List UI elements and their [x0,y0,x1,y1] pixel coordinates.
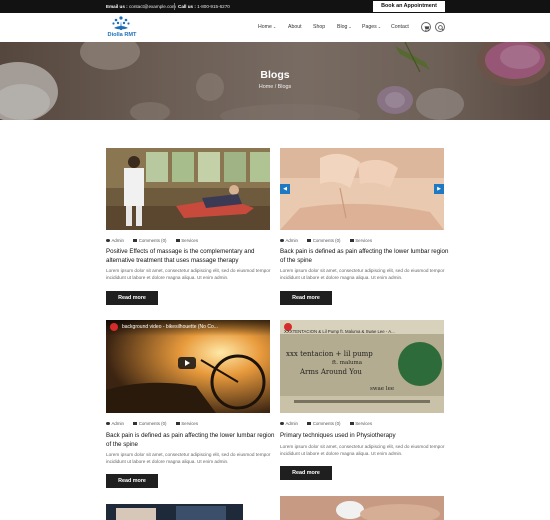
user-icon [280,238,284,243]
top-bar: Email us : contact@example.com Call us :… [0,0,550,13]
video-overlay-text: ft. maluma [332,360,363,366]
folder-icon [175,421,180,426]
page-title: Blogs [260,69,290,81]
post-title[interactable]: Back pain is defined as pain affecting t… [106,432,276,449]
read-more-button[interactable]: Read more [106,474,158,488]
post-meta: Admin Comments (0) Services [280,238,380,243]
back-massage-photo [280,148,444,230]
hero-overlay [0,42,550,120]
lotus-logo-icon [112,16,130,30]
chevron-down-icon: ⌄ [377,24,382,29]
site-header: Diolla RMT Home⌄ About Shop Blog⌄ Pages⌄… [0,13,550,42]
post-meta: Admin Comments (0) Services [106,421,206,426]
youtube-channel-icon[interactable] [110,323,118,331]
blog-card: background video - bikesilhouette (No Co… [106,320,274,492]
video-overlay-text: Arms Around You [300,368,362,376]
post-category[interactable]: Services [349,238,376,243]
phone-contact[interactable]: Call us : 1-800-915-6270 [178,2,230,11]
post-title[interactable]: Primary techniques used in Physiotherapy [280,432,450,441]
blog-card: XXXTENTACION & Lil Pump ft. Maluma & Swa… [280,320,444,492]
post-author[interactable]: Admin [280,421,302,426]
nav-shop[interactable]: Shop [313,24,325,30]
search-button[interactable] [435,22,445,32]
post-category[interactable]: Services [175,421,202,426]
logo-text: Diolla RMT [107,32,137,38]
user-icon [106,238,110,243]
folder-icon [175,238,180,243]
page-hero-banner: Blogs Home / Blogs [0,42,550,120]
blog-card: ◀ ▶ Admin Comments (0) Services Back pai… [280,148,448,318]
cart-icon [424,25,429,31]
post-comments[interactable]: Comments (0) [133,238,170,243]
video-title[interactable]: background video - bikesilhouette (No Co… [122,324,218,330]
topbar-divider [174,3,175,10]
user-icon [280,421,284,426]
post-video[interactable]: XXXTENTACION & Lil Pump ft. Maluma & Swa… [280,320,444,413]
site-logo[interactable]: Diolla RMT [104,15,138,40]
post-thumbnail[interactable] [280,148,444,230]
post-meta: Admin Comments (0) Services [280,421,380,426]
post-comments[interactable]: Comments (0) [133,421,170,426]
chevron-down-icon: ⌄ [272,24,277,29]
nav-blog[interactable]: Blog⌄ [337,24,352,30]
video-overlay-text: xxx tentacion + lil pump [286,350,373,358]
breadcrumb: Home / Blogs [258,84,292,90]
play-icon[interactable] [178,357,196,369]
post-category[interactable]: Services [349,421,376,426]
nav-contact[interactable]: Contact [391,24,409,30]
post-thumbnail[interactable] [280,496,444,520]
nav-about[interactable]: About [288,24,302,30]
folder-icon [349,421,354,426]
slider-next-button[interactable]: ▶ [434,184,444,194]
comment-icon [307,421,312,426]
read-more-button[interactable]: Read more [280,466,332,480]
next-post-photo [280,496,444,520]
blog-card: Admin Comments (0) Services Positive Eff… [106,148,270,318]
nav-home[interactable]: Home⌄ [258,24,276,30]
email-contact[interactable]: Email us : contact@example.com [106,2,176,11]
post-excerpt: Lorem ipsum dolor sit amet, consectetur … [280,444,445,456]
slider-prev-button[interactable]: ◀ [280,184,290,194]
read-more-button[interactable]: Read more [280,291,332,305]
post-excerpt: Lorem ipsum dolor sit amet, consectetur … [106,452,271,464]
post-title[interactable]: Back pain is defined as pain affecting t… [280,248,450,265]
post-video[interactable]: background video - bikesilhouette (No Co… [106,320,270,413]
post-comments[interactable]: Comments (0) [307,238,344,243]
post-meta: Admin Comments (0) Services [106,238,206,243]
comment-icon [133,421,138,426]
comment-icon [133,238,138,243]
user-icon [106,421,110,426]
post-comments[interactable]: Comments (0) [307,421,344,426]
post-thumbnail[interactable] [106,148,270,230]
next-post-photo [106,504,243,520]
post-author[interactable]: Admin [106,421,128,426]
video-title[interactable]: XXXTENTACION & Lil Pump ft. Maluma & Swa… [284,329,395,334]
folder-icon [349,238,354,243]
chevron-down-icon: ⌄ [348,24,352,29]
comment-icon [307,238,312,243]
cart-button[interactable] [421,22,431,32]
post-thumbnail[interactable] [106,504,243,520]
post-excerpt: Lorem ipsum dolor sit amet, consectetur … [280,268,445,280]
post-title[interactable]: Positive Effects of massage is the compl… [106,248,276,265]
search-icon [437,24,444,31]
book-appointment-button[interactable]: Book an Appointment [373,1,445,12]
post-category[interactable]: Services [175,238,202,243]
massage-chair-photo [106,148,270,230]
read-more-button[interactable]: Read more [106,291,158,305]
nav-pages[interactable]: Pages⌄ [362,24,381,30]
post-author[interactable]: Admin [106,238,128,243]
post-author[interactable]: Admin [280,238,302,243]
video-overlay-text: swae lee [370,386,395,392]
post-excerpt: Lorem ipsum dolor sit amet, consectetur … [106,268,271,280]
